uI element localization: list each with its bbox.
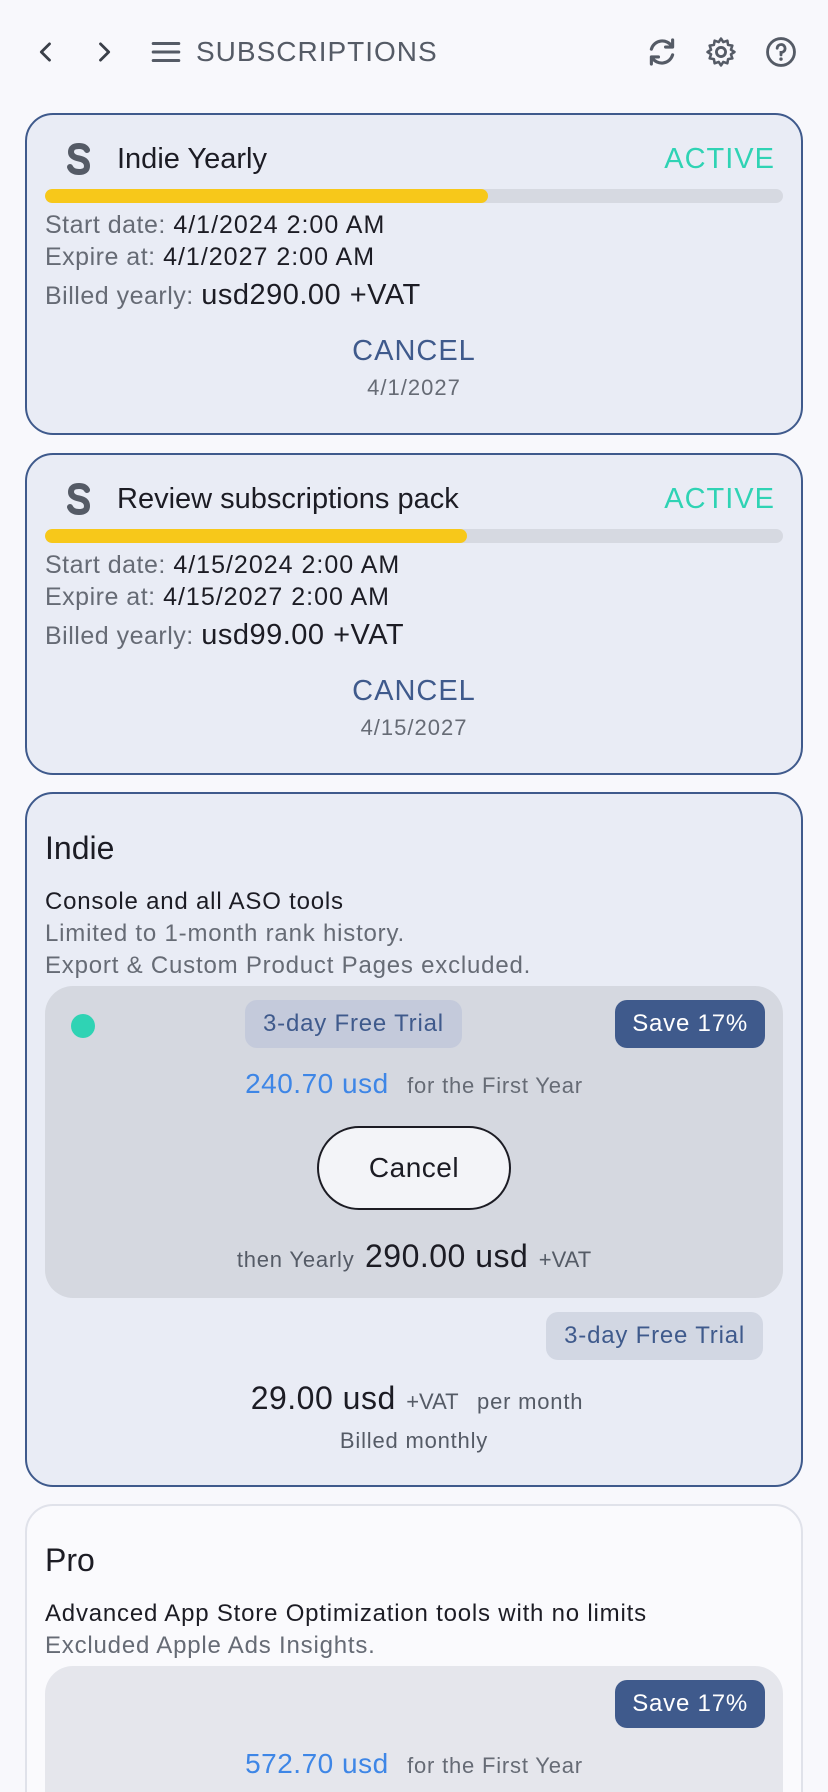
selected-radio-indicator[interactable]: [71, 1014, 95, 1038]
first-year-price: 572.70 usd: [245, 1748, 389, 1779]
billing-row: Billed yearly: usd99.00 +VAT: [45, 619, 404, 652]
hamburger-menu-icon: [151, 41, 181, 63]
status-badge: ACTIVE: [664, 142, 775, 175]
save-badge: Save 17%: [615, 1680, 765, 1728]
page-title: SUBSCRIPTIONS: [196, 36, 438, 67]
cancel-subscription-link[interactable]: CANCEL: [27, 335, 801, 368]
vat-label: +VAT: [406, 1389, 459, 1414]
cancel-date: 4/1/2027: [367, 375, 461, 400]
billing-value: usd99.00 +VAT: [201, 619, 405, 651]
help-icon: [766, 37, 796, 67]
subscription-card: Indie Yearly ACTIVE Start date: 4/1/2024…: [25, 113, 803, 435]
plan-description: Console and all ASO tools: [45, 888, 344, 915]
cancel-subscription-link[interactable]: CANCEL: [27, 675, 801, 708]
subscription-progress: [45, 529, 783, 543]
s-logo-icon: [61, 477, 97, 521]
then-yearly-row: then Yearly 290.00 usd +VAT: [45, 1238, 783, 1275]
status-badge: ACTIVE: [664, 482, 775, 515]
subscription-progress: [45, 189, 783, 203]
expire-date-label: Expire at:: [45, 583, 156, 611]
expire-date-row: Expire at: 4/15/2027 2:00 AM: [45, 583, 390, 612]
plan-card-pro: Pro Advanced App Store Optimization tool…: [25, 1504, 803, 1792]
yearly-price: 290.00 usd: [364, 1238, 529, 1274]
start-date-label: Start date:: [45, 211, 166, 239]
first-year-price: 240.70 usd: [245, 1068, 389, 1099]
gear-icon: [706, 37, 736, 67]
subscription-name: Review subscriptions pack: [117, 482, 459, 515]
plan-description: Advanced App Store Optimization tools wi…: [45, 1600, 647, 1627]
chevron-left-icon: [39, 42, 51, 62]
per-month-label: per month: [477, 1389, 584, 1414]
refresh-button[interactable]: [640, 30, 684, 74]
monthly-price-row[interactable]: 29.00 usd +VAT per month: [27, 1380, 801, 1417]
start-date-value: 4/15/2024 2:00 AM: [173, 551, 401, 579]
expire-date-value: 4/1/2027 2:00 AM: [163, 243, 376, 271]
plan-note: Export & Custom Product Pages excluded.: [45, 952, 532, 979]
billing-label: Billed yearly:: [45, 282, 194, 310]
forward-button[interactable]: [82, 30, 126, 74]
yearly-offer-option[interactable]: 3-day Free Trial Save 17% 240.70 usd for…: [45, 986, 783, 1298]
monthly-free-trial-badge: 3-day Free Trial: [546, 1312, 763, 1360]
cancel-button[interactable]: Cancel: [317, 1126, 511, 1210]
expire-date-label: Expire at:: [45, 243, 156, 271]
plan-name: Indie: [45, 830, 115, 866]
billing-value: usd290.00 +VAT: [201, 279, 421, 311]
progress-fill: [45, 189, 488, 203]
first-year-price-row: 240.70 usd for the First Year: [45, 1068, 783, 1100]
then-yearly-label: then Yearly: [236, 1247, 355, 1272]
start-date-row: Start date: 4/1/2024 2:00 AM: [45, 211, 385, 240]
first-year-label: for the First Year: [407, 1073, 583, 1098]
plan-name: Pro: [45, 1542, 95, 1578]
plan-card-indie: Indie Console and all ASO tools Limited …: [25, 792, 803, 1487]
start-date-row: Start date: 4/15/2024 2:00 AM: [45, 551, 400, 580]
subscription-header: Review subscriptions pack ACTIVE: [61, 477, 775, 521]
plan-note: Limited to 1-month rank history.: [45, 920, 405, 947]
progress-fill: [45, 529, 468, 543]
s-logo-icon: [61, 137, 97, 181]
vat-label: +VAT: [538, 1247, 592, 1272]
save-badge: Save 17%: [615, 1000, 765, 1048]
subscription-header: Indie Yearly ACTIVE: [61, 137, 775, 181]
first-year-label: for the First Year: [407, 1753, 583, 1778]
yearly-offer-option[interactable]: Save 17% 572.70 usd for the First Year: [45, 1666, 783, 1792]
monthly-price: 29.00 usd: [250, 1380, 396, 1416]
refresh-icon: [649, 38, 675, 66]
expire-date-row: Expire at: 4/1/2027 2:00 AM: [45, 243, 375, 272]
settings-button[interactable]: [699, 30, 743, 74]
billing-row: Billed yearly: usd290.00 +VAT: [45, 279, 421, 312]
app-header: SUBSCRIPTIONS: [0, 0, 828, 104]
chevron-right-icon: [99, 42, 111, 62]
billed-monthly-label: Billed monthly: [339, 1428, 489, 1453]
cancel-date: 4/15/2027: [360, 715, 468, 740]
menu-button[interactable]: [144, 30, 188, 74]
subscription-name: Indie Yearly: [117, 142, 267, 175]
free-trial-badge: 3-day Free Trial: [245, 1000, 462, 1048]
subscription-card: Review subscriptions pack ACTIVE Start d…: [25, 453, 803, 775]
billed-monthly-row: Billed monthly: [27, 1428, 801, 1454]
billing-label: Billed yearly:: [45, 622, 194, 650]
first-year-price-row: 572.70 usd for the First Year: [45, 1748, 783, 1780]
help-button[interactable]: [759, 30, 803, 74]
start-date-value: 4/1/2024 2:00 AM: [173, 211, 386, 239]
expire-date-value: 4/15/2027 2:00 AM: [163, 583, 390, 611]
back-button[interactable]: [24, 30, 68, 74]
plan-note: Excluded Apple Ads Insights.: [45, 1632, 376, 1659]
start-date-label: Start date:: [45, 551, 166, 579]
